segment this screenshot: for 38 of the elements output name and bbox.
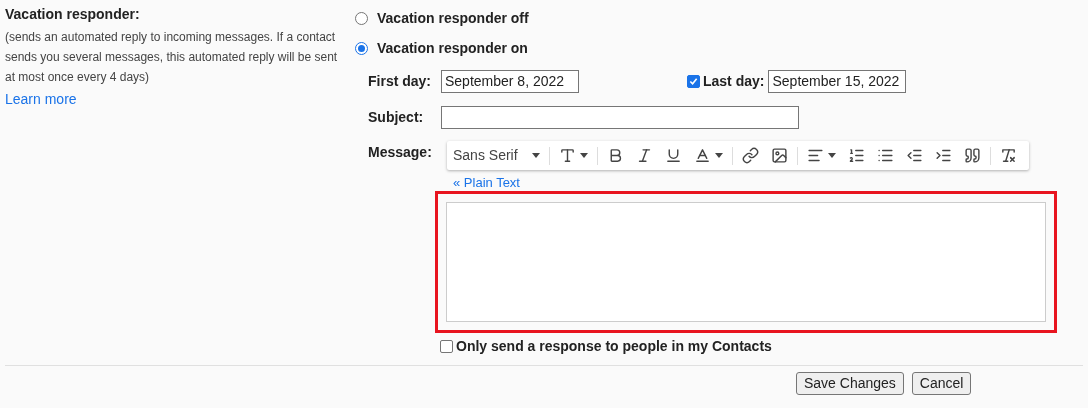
numbered-list-icon (847, 147, 865, 164)
last-day-field[interactable]: September 15, 2022 (768, 69, 907, 93)
field-label: Last day: (703, 71, 765, 91)
radio-label[interactable]: Vacation responder off (377, 7, 529, 29)
message-field[interactable] (446, 202, 1046, 322)
image-icon (770, 147, 788, 164)
caret-icon (714, 153, 723, 158)
align-left-icon (806, 147, 824, 164)
remove-formatting-icon (999, 147, 1017, 164)
checkbox-label[interactable]: Only send a response to people in my Contacts (456, 335, 772, 357)
radio-button[interactable] (355, 11, 368, 25)
indent-more-icon (934, 147, 952, 164)
quote-icon (963, 147, 981, 164)
field-label: First day: (368, 71, 432, 91)
underline-icon (664, 147, 682, 164)
radio-label[interactable]: Vacation responder on (377, 37, 528, 59)
subject-field[interactable] (441, 105, 799, 129)
field-label: Subject: (368, 107, 425, 127)
cancel-button[interactable]: Cancel (911, 372, 972, 395)
link-icon (741, 147, 759, 164)
caret-icon (579, 153, 588, 158)
first-day-field[interactable]: September 8, 2022 (441, 69, 579, 93)
checkbox[interactable] (440, 339, 453, 353)
learn-more-link[interactable]: Learn more (5, 91, 77, 107)
bulleted-list-icon (876, 147, 894, 164)
radio-button[interactable] (355, 41, 368, 55)
checkbox[interactable] (687, 74, 700, 88)
setting-description: (sends an automated reply to incoming messages. If a contact sends you several messages, this automated reply will be sent at most once every 4 days) (5, 29, 339, 86)
setting-title: Vacation responder: (5, 5, 141, 24)
field-label: Message: (368, 143, 433, 162)
text-size-icon (558, 147, 576, 164)
caret-icon (531, 153, 540, 158)
indent-less-icon (905, 147, 923, 164)
font-dropdown[interactable]: Sans Serif (453, 141, 546, 170)
plain-text-link[interactable]: « Plain Text (453, 176, 1029, 190)
caret-icon (827, 153, 836, 158)
text-color-icon (693, 147, 711, 164)
save-button[interactable]: Save Changes (796, 372, 904, 395)
